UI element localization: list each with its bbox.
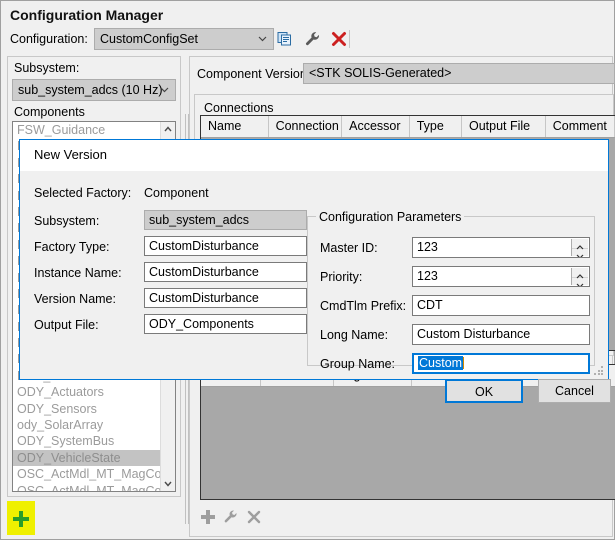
cmdtlm-prefix-field[interactable]: CDT <box>412 295 590 316</box>
field-label-instance-name: Instance Name: <box>34 266 122 280</box>
new-version-dialog: New Version Selected Factory: Component … <box>19 139 609 380</box>
resize-grip[interactable] <box>594 366 604 376</box>
column-header[interactable]: Name <box>201 116 269 137</box>
field-label-version-name: Version Name: <box>34 292 116 306</box>
output-file-select[interactable]: ODY_Components <box>144 314 307 334</box>
add-component-button[interactable] <box>7 501 35 535</box>
long-name-field[interactable]: Custom Disturbance <box>412 324 590 345</box>
list-item[interactable]: OSC_ActMdl_MT_MagCoil_Mx <box>13 466 161 482</box>
ok-button[interactable]: OK <box>445 379 523 403</box>
column-header[interactable]: Connection <box>269 116 343 137</box>
master-id-field[interactable]: 123 <box>412 237 590 258</box>
page-title: Configuration Manager <box>10 7 163 23</box>
scroll-down-icon[interactable] <box>161 476 175 491</box>
instance-name-field[interactable]: CustomDisturbance <box>144 262 307 282</box>
chevron-down-icon <box>418 372 588 374</box>
param-label-master-id: Master ID: <box>320 241 378 255</box>
param-label-long-name: Long Name: <box>320 328 388 342</box>
app-root: Configuration Manager Configuration: Cus… <box>0 0 615 540</box>
scroll-up-icon[interactable] <box>161 122 175 137</box>
chevron-down-icon <box>149 255 306 256</box>
green-plus-icon <box>12 510 30 531</box>
long-name-value: Custom Disturbance <box>417 327 530 341</box>
column-header[interactable]: Accessor <box>342 116 410 137</box>
components-label: Components <box>14 105 85 119</box>
selected-factory-value: Component <box>144 186 209 200</box>
list-item[interactable]: ODY_Actuators <box>13 384 161 400</box>
dialog-body: Selected Factory: Component Subsystem: s… <box>20 171 608 379</box>
group-name-value: Custom <box>418 356 463 370</box>
list-item[interactable]: ODY_VehicleState <box>13 450 161 466</box>
version-name-value: CustomDisturbance <box>149 291 259 305</box>
field-label-factory-type: Factory Type: <box>34 240 110 254</box>
component-version-row: Component Version: <STK SOLIS-Generated> <box>197 63 613 87</box>
text-caret <box>463 357 464 369</box>
group-name-select[interactable]: Custom <box>412 353 590 374</box>
version-name-field[interactable]: CustomDisturbance <box>144 288 307 308</box>
x-icon[interactable] <box>245 508 263 526</box>
dialog-title: New Version <box>34 147 107 162</box>
cancel-button[interactable]: Cancel <box>538 379 611 403</box>
chevron-down-icon <box>258 34 267 43</box>
wrench-icon[interactable] <box>303 29 323 49</box>
list-item[interactable]: ODY_Sensors <box>13 401 161 417</box>
instance-name-value: CustomDisturbance <box>149 265 259 279</box>
subsystem-select[interactable]: sub_system_adcs (10 Hz) <box>12 79 176 101</box>
dialog-subsystem-select[interactable]: sub_system_adcs <box>144 210 307 230</box>
configuration-select-value: CustomConfigSet <box>100 32 198 46</box>
priority-value: 123 <box>417 269 438 283</box>
connections-label: Connections <box>204 101 274 115</box>
column-header[interactable]: Output File <box>462 116 546 137</box>
master-id-spinner[interactable] <box>571 239 588 256</box>
field-label-subsystem: Subsystem: <box>34 214 99 228</box>
priority-spinner[interactable] <box>571 268 588 285</box>
param-label-cmdtlm-prefix: CmdTlm Prefix: <box>320 299 406 313</box>
chevron-down-icon <box>149 333 306 334</box>
toolbar-separator <box>349 30 350 48</box>
chevron-down-icon <box>149 229 306 230</box>
configuration-manager-window: Configuration Manager Configuration: Cus… <box>0 0 615 540</box>
dialog-subsystem-value: sub_system_adcs <box>149 213 249 227</box>
subsystem-label: Subsystem: <box>14 61 79 75</box>
configuration-label: Configuration: <box>10 32 88 46</box>
connections-table-header: NameConnectionAccessorTypeOutput FileCom… <box>201 116 615 138</box>
configuration-parameters-label: Configuration Parameters <box>316 210 464 224</box>
spinner-down-icon[interactable] <box>572 277 588 286</box>
list-item[interactable]: OSC_ActMdl_MT_MagCoil_My <box>13 483 161 492</box>
component-version-label: Component Version: <box>197 67 310 81</box>
copy-icon[interactable] <box>275 29 295 49</box>
selected-factory-label: Selected Factory: <box>34 186 131 200</box>
cmdtlm-prefix-value: CDT <box>417 298 443 312</box>
list-item[interactable]: ody_SolarArray <box>13 417 161 433</box>
red-x-icon[interactable] <box>329 29 349 49</box>
chevron-down-icon <box>160 85 169 94</box>
param-label-priority: Priority: <box>320 270 362 284</box>
plus-icon[interactable] <box>199 508 217 526</box>
field-label-output-file: Output File: <box>34 318 99 332</box>
configuration-select[interactable]: CustomConfigSet <box>94 28 274 50</box>
column-header[interactable]: Type <box>410 116 462 137</box>
list-item[interactable]: FSW_Guidance <box>13 122 161 138</box>
master-id-value: 123 <box>417 240 438 254</box>
list-item[interactable]: ODY_SystemBus <box>13 433 161 449</box>
wrench-icon[interactable] <box>222 508 240 526</box>
spinner-down-icon[interactable] <box>572 248 588 257</box>
priority-field[interactable]: 123 <box>412 266 590 287</box>
subsystem-select-value: sub_system_adcs (10 Hz) <box>18 83 163 97</box>
output-file-value: ODY_Components <box>149 317 254 331</box>
factory-type-value: CustomDisturbance <box>149 239 259 253</box>
component-version-value: <STK SOLIS-Generated> <box>303 63 615 84</box>
column-header[interactable]: Comment <box>546 116 615 137</box>
factory-type-select[interactable]: CustomDisturbance <box>144 236 307 256</box>
dialog-titlebar[interactable]: New Version <box>20 140 608 171</box>
param-label-group-name: Group Name: <box>320 357 395 371</box>
